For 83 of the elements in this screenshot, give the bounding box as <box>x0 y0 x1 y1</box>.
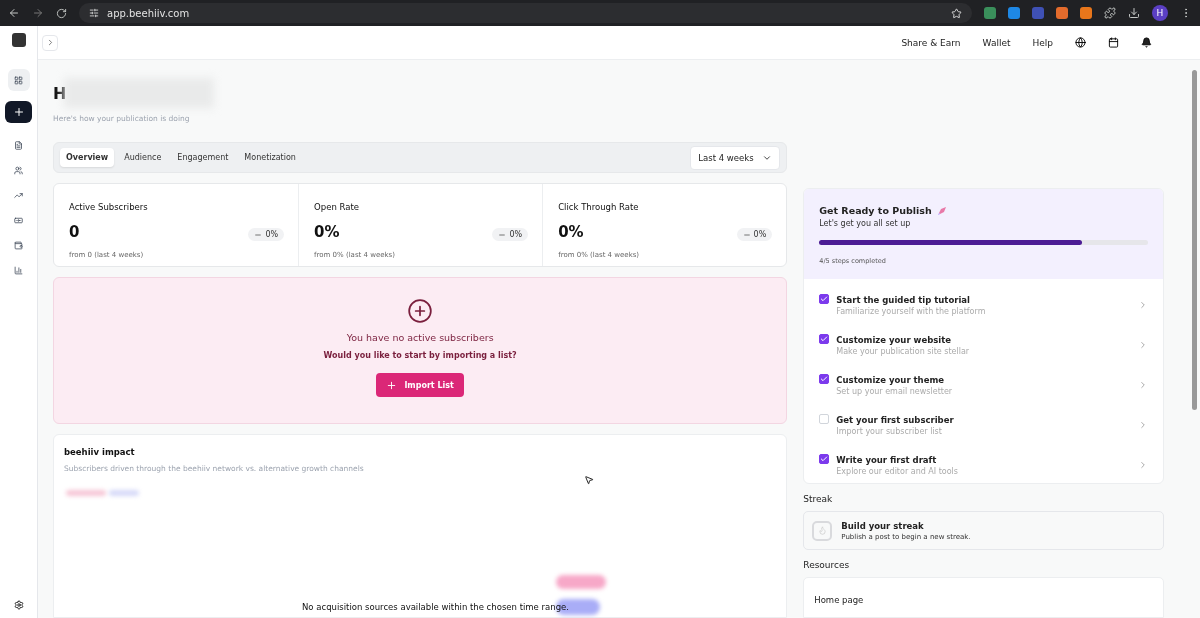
checklist-item[interactable]: Start the guided tip tutorial Familiarize yourself with the platform <box>819 285 1148 325</box>
dash-icon <box>498 231 507 239</box>
card-title: Get Ready to Publish <box>819 205 1148 216</box>
back-icon[interactable] <box>8 7 20 19</box>
dash-icon <box>254 231 263 239</box>
extensions-icon[interactable] <box>1104 7 1116 19</box>
check-icon <box>820 335 829 343</box>
dash-icon <box>742 231 751 239</box>
check-icon <box>820 455 829 463</box>
bell-icon[interactable] <box>1141 37 1152 48</box>
checklist-item[interactable]: Customize your website Make your publication site stellar <box>819 325 1148 365</box>
tab[interactable]: Overview <box>60 148 115 167</box>
card-subtitle: Let's get you all set up <box>819 219 912 228</box>
check-icon <box>820 375 829 383</box>
section-heading: Resources <box>803 560 851 570</box>
checklist-item[interactable]: Customize your theme Set up your email newsletter <box>819 365 1148 405</box>
resource-card[interactable]: Home page <box>803 577 1164 618</box>
chevron-right-icon <box>1138 380 1148 390</box>
empty-state-subtitle: Would you like to start by importing a list? <box>323 351 517 360</box>
settings-icon[interactable] <box>13 600 24 610</box>
calendar-icon[interactable] <box>1108 37 1119 48</box>
bookmark-icon[interactable] <box>951 7 962 19</box>
chevron-right-icon <box>1138 340 1148 350</box>
extension-icon[interactable] <box>1056 7 1068 19</box>
change-badge: 0% <box>248 228 285 242</box>
import-list-button[interactable]: Import List <box>376 373 464 397</box>
page-title: H <box>53 83 67 103</box>
section-heading: Streak <box>803 494 834 504</box>
download-icon[interactable] <box>1128 7 1140 19</box>
checkbox[interactable] <box>819 374 830 384</box>
tab[interactable]: Engagement <box>171 148 235 167</box>
plus-icon <box>12 106 25 118</box>
streak-badge-icon <box>812 520 833 541</box>
chevron-right-icon <box>1138 420 1148 430</box>
empty-state-title: You have no active subscribers <box>346 332 494 343</box>
chevron-right-icon <box>1138 300 1148 310</box>
nav-link[interactable]: Share & Earn <box>901 37 961 48</box>
reload-icon[interactable] <box>56 7 67 19</box>
stat-label: Click Through Rate <box>558 202 640 214</box>
checkbox[interactable] <box>819 294 830 304</box>
check-icon <box>820 295 829 303</box>
people-icon <box>14 165 23 175</box>
chevron-right-icon <box>1138 460 1148 470</box>
create-button[interactable] <box>5 101 32 123</box>
stat-value: 0% <box>314 222 341 243</box>
cursor-icon <box>584 475 594 485</box>
add-circle-icon <box>407 298 434 324</box>
nav-link[interactable]: Help <box>1032 37 1053 48</box>
checklist-item[interactable]: Write your first draft Explore our editor and AI tools <box>819 445 1148 483</box>
nav-link[interactable]: Wallet <box>982 37 1011 48</box>
stat-value: 0% <box>558 222 585 243</box>
checkbox[interactable] <box>819 454 830 464</box>
logo-icon[interactable] <box>11 33 26 47</box>
tab[interactable]: Audience <box>118 148 168 167</box>
empty-chart-message: No acquisition sources available within the chosen time range. <box>302 602 569 612</box>
globe-icon[interactable] <box>1075 37 1086 48</box>
stat-value: 0 <box>69 222 81 243</box>
site-info-icon[interactable] <box>89 8 99 18</box>
extension-icon[interactable] <box>1080 7 1092 19</box>
card-title: beehiiv impact <box>64 447 136 457</box>
date-range-select[interactable]: Last 4 weeks <box>690 145 781 170</box>
address-bar[interactable]: app.beehiiv.com <box>79 3 972 23</box>
stat-label: Open Rate <box>314 202 360 214</box>
checkbox[interactable] <box>819 334 830 344</box>
wallet-icon <box>14 240 23 250</box>
scrollbar-thumb[interactable] <box>1191 70 1197 410</box>
bar-chart-icon <box>14 265 23 275</box>
checklist-item[interactable]: Get your first subscriber Import your subscriber list <box>819 405 1148 445</box>
change-badge: 0% <box>492 228 529 242</box>
tab[interactable]: Monetization <box>238 148 302 167</box>
extension-icon[interactable] <box>984 7 996 19</box>
grid-icon <box>14 75 23 85</box>
streak-title: Build your streak <box>841 520 924 531</box>
change-badge: 0% <box>736 228 773 242</box>
trend-icon <box>14 190 23 200</box>
stat-label: Active Subscribers <box>69 202 149 214</box>
document-icon <box>14 140 23 150</box>
plus-icon <box>386 379 398 391</box>
profile-avatar[interactable]: H <box>1152 5 1168 21</box>
extension-icon[interactable] <box>1008 7 1020 19</box>
rocket-icon <box>936 205 947 216</box>
banknote-icon <box>14 215 23 225</box>
sidebar-item[interactable] <box>7 69 30 91</box>
